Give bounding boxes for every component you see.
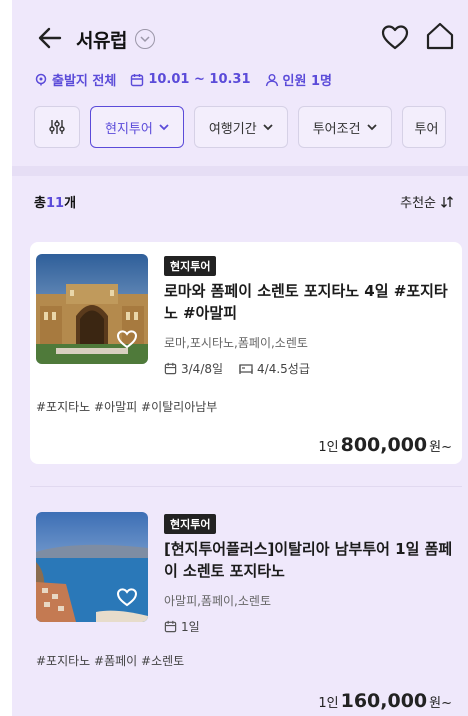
product-card[interactable]: 현지투어 로마와 폼페이 소렌토 포지타노 4일 #포지타노 #아말피 로마,포… [30, 242, 462, 464]
chevron-down-icon [134, 29, 155, 49]
page-title: 서유럽 [76, 29, 127, 52]
trip-conditions-row[interactable]: 출발지 전체 10.01 ~ 10.31 인원 1명 [34, 70, 340, 89]
chip-label: 투어조건 [312, 121, 361, 137]
chip-label: 현지투어 [105, 121, 153, 137]
favorite-heart-icon[interactable] [116, 328, 138, 350]
duration-info: 3/4/8일 [164, 360, 223, 377]
product-regions: 아말피,폼페이,소렌토 [164, 594, 271, 608]
departure-label: 출발지 전체 [52, 74, 117, 89]
region-selector[interactable]: 서유럽 [76, 24, 155, 54]
product-thumbnail [36, 512, 148, 622]
price-prefix: 1인 [318, 696, 339, 711]
duration-info: 1일 [164, 618, 200, 635]
card-separator [30, 486, 462, 487]
date-condition[interactable]: 10.01 ~ 10.31 [130, 72, 251, 87]
product-thumbnail [36, 254, 148, 364]
filter-chip-local-tour[interactable]: 현지투어 [90, 106, 184, 148]
product-tags: #포지타노 #폼페이 #소렌토 [36, 654, 185, 668]
duration-label: 3/4/8일 [181, 362, 224, 376]
category-badge: 현지투어 [164, 514, 217, 534]
product-price: 1인 160,000 원~ [318, 690, 452, 712]
chip-label: 여행기간 [208, 121, 257, 137]
count-prefix: 총 [34, 196, 46, 211]
people-condition[interactable]: 인원 1명 [265, 70, 332, 89]
product-regions: 로마,포시타노,폼페이,소렌토 [164, 336, 308, 350]
product-title: 로마와 폼페이 소렌토 포지타노 4일 #포지타노 #아말피 [164, 282, 448, 322]
favorite-heart-icon[interactable] [116, 586, 138, 608]
result-count: 총11개 [34, 192, 76, 211]
chip-label: 투어 [414, 121, 439, 137]
hotel-grade-info: 4/4.5성급 [239, 360, 310, 377]
chevron-down-icon [366, 124, 377, 131]
duration-label: 1일 [181, 620, 200, 634]
filter-chip-more[interactable]: 투어 [401, 106, 446, 148]
departure-condition[interactable]: 출발지 전체 [34, 70, 116, 89]
filter-chip-period[interactable]: 여행기간 [193, 106, 288, 148]
home-icon[interactable] [424, 20, 456, 52]
chevron-down-icon [159, 124, 169, 131]
price-suffix: 원~ [429, 440, 452, 455]
price-suffix: 원~ [429, 696, 452, 711]
price-amount: 800,000 [340, 434, 428, 456]
calendar-icon [164, 620, 177, 633]
category-badge: 현지투어 [164, 256, 217, 276]
hotel-bed-icon [239, 364, 253, 374]
location-pin-icon [35, 73, 47, 85]
product-title: [현지투어플러스]이탈리아 남부투어 1일 폼페이 소렌토 포지타노 [164, 540, 453, 580]
sort-arrows-icon [441, 195, 453, 208]
product-card[interactable]: 현지투어 [현지투어플러스]이탈리아 남부투어 1일 폼페이 소렌토 포지타노 … [30, 500, 462, 716]
sort-label: 추천순 [400, 196, 436, 211]
date-label: 10.01 ~ 10.31 [148, 72, 251, 87]
back-arrow-icon[interactable] [36, 24, 64, 52]
calendar-icon [131, 73, 144, 86]
filter-bar: 현지투어 여행기간 투어조건 투어 [34, 106, 446, 148]
person-icon [265, 73, 278, 86]
chevron-down-icon [263, 124, 273, 131]
price-amount: 160,000 [340, 690, 428, 712]
people-label: 인원 1명 [282, 74, 332, 89]
count-suffix: 개 [64, 196, 77, 211]
product-meta: 3/4/8일 4/4.5성급 [164, 360, 310, 377]
calendar-icon [164, 362, 177, 375]
price-prefix: 1인 [318, 440, 339, 455]
product-price: 1인 800,000 원~ [318, 434, 452, 456]
filter-settings-button[interactable] [34, 106, 80, 148]
section-divider [12, 166, 468, 176]
filter-chip-conditions[interactable]: 투어조건 [297, 106, 392, 148]
hotel-grade-label: 4/4.5성급 [257, 362, 310, 376]
product-meta: 1일 [164, 618, 200, 635]
sliders-icon [49, 120, 65, 134]
top-bar: 서유럽 [12, 0, 468, 78]
product-tags: #포지타노 #아말피 #이탈리아남부 [36, 400, 218, 414]
result-summary: 총11개 추천순 [34, 192, 454, 211]
count-number: 11 [45, 196, 65, 211]
wishlist-heart-icon[interactable] [380, 22, 410, 52]
sort-dropdown[interactable]: 추천순 [400, 192, 454, 211]
app-frame: 서유럽 출발지 전체 10.01 ~ 10.31 인원 1명 현지투어 여행기간… [12, 0, 468, 716]
